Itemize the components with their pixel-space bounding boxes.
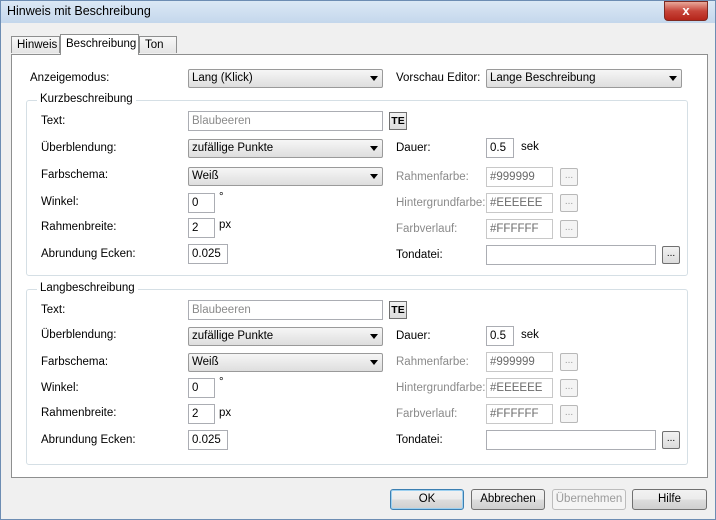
kurz-winkel-unit: ° [219,191,224,203]
chevron-down-icon [669,76,677,81]
kurz-rahmenbreite-input[interactable]: 2 [188,218,215,238]
lang-hintergrundfarbe-picker-button[interactable]: ... [560,379,578,397]
kurz-hintergrundfarbe-input[interactable]: #EEEEEE [486,193,553,213]
lang-text-editor-button[interactable]: TE [389,301,407,319]
kurz-tondatei-label: Tondatei: [396,249,443,261]
tab-hinweis[interactable]: Hinweis [11,36,60,53]
lang-farbschema-select[interactable]: Weiß [188,353,383,372]
lang-text-input[interactable]: Blaubeeren [188,300,383,320]
lang-ueberblendung-label: Überblendung: [41,329,117,341]
vorschau-editor-label: Vorschau Editor: [396,72,481,84]
kurz-farbschema-label: Farbschema: [41,169,109,181]
chevron-down-icon [370,334,378,339]
kurz-hintergrundfarbe-label: Hintergrundfarbe: [396,197,486,209]
lang-rahmenbreite-input[interactable]: 2 [188,404,215,424]
chevron-down-icon [370,146,378,151]
kurz-ueberblendung-select[interactable]: zufällige Punkte [188,139,383,158]
window-title: Hinweis mit Beschreibung [7,4,151,18]
langbeschreibung-title: Langbeschreibung [37,282,138,294]
kurz-winkel-input[interactable]: 0 [188,193,215,213]
lang-rahmenfarbe-picker-button[interactable]: ... [560,353,578,371]
kurz-winkel-label: Winkel: [41,196,79,208]
lang-hintergrundfarbe-label: Hintergrundfarbe: [396,382,486,394]
lang-dauer-input[interactable]: 0.5 [486,326,514,346]
lang-rahmenbreite-label: Rahmenbreite: [41,407,117,419]
kurz-text-editor-button[interactable]: TE [389,112,407,130]
kurz-rahmenfarbe-picker-button[interactable]: ... [560,168,578,186]
lang-farbschema-label: Farbschema: [41,356,109,368]
kurz-dauer-input[interactable]: 0.5 [486,138,514,158]
dialog-window: Hinweis mit Beschreibung x Hinweis Besch… [0,0,716,520]
kurz-farbverlauf-input[interactable]: #FFFFFF [486,219,553,239]
kurz-ueberblendung-label: Überblendung: [41,142,117,154]
lang-rahmenfarbe-input[interactable]: #999999 [486,352,553,372]
lang-tondatei-browse-button[interactable]: ... [662,431,680,449]
kurz-rahmenfarbe-label: Rahmenfarbe: [396,171,469,183]
kurz-text-label: Text: [41,115,66,127]
kurzbeschreibung-title: Kurzbeschreibung [37,93,136,105]
lang-dauer-unit: sek [521,329,539,341]
kurz-rahmenfarbe-input[interactable]: #999999 [486,167,553,187]
lang-ueberblendung-select[interactable]: zufällige Punkte [188,327,383,346]
cancel-button[interactable]: Abbrechen [471,489,545,510]
lang-winkel-unit: ° [219,376,224,388]
chevron-down-icon [370,360,378,365]
chevron-down-icon [370,174,378,179]
tab-beschreibung[interactable]: Beschreibung [60,34,139,55]
tab-panel-beschreibung: Anzeigemodus: Lang (Klick) Vorschau Edit… [11,54,708,478]
lang-dauer-label: Dauer: [396,330,431,342]
kurz-tondatei-input[interactable] [486,245,656,265]
lang-farbverlauf-picker-button[interactable]: ... [560,405,578,423]
lang-abrundung-label: Abrundung Ecken: [41,434,136,446]
lang-winkel-label: Winkel: [41,382,79,394]
help-button[interactable]: Hilfe [632,489,707,510]
kurz-abrundung-input[interactable]: 0.025 [188,244,228,264]
lang-text-label: Text: [41,304,66,316]
ok-button[interactable]: OK [390,489,464,510]
lang-tondatei-label: Tondatei: [396,434,443,446]
kurz-farbverlauf-picker-button[interactable]: ... [560,220,578,238]
kurz-farbschema-select[interactable]: Weiß [188,167,383,186]
kurz-tondatei-browse-button[interactable]: ... [662,246,680,264]
tab-ton[interactable]: Ton [139,36,177,53]
close-button[interactable]: x [664,1,708,21]
vorschau-editor-value: Lange Beschreibung [490,72,596,84]
kurz-farbverlauf-label: Farbverlauf: [396,223,458,235]
lang-winkel-input[interactable]: 0 [188,378,215,398]
lang-farbverlauf-label: Farbverlauf: [396,408,458,420]
anzeigemodus-value: Lang (Klick) [192,72,253,84]
vorschau-editor-select[interactable]: Lange Beschreibung [486,69,682,88]
lang-rahmenfarbe-label: Rahmenfarbe: [396,356,469,368]
anzeigemodus-label: Anzeigemodus: [30,72,110,84]
lang-farbschema-value: Weiß [192,356,219,368]
kurz-dauer-label: Dauer: [396,142,431,154]
kurz-dauer-unit: sek [521,141,539,153]
apply-button[interactable]: Übernehmen [552,489,626,510]
lang-hintergrundfarbe-input[interactable]: #EEEEEE [486,378,553,398]
kurz-hintergrundfarbe-picker-button[interactable]: ... [560,194,578,212]
lang-tondatei-input[interactable] [486,430,656,450]
title-bar[interactable]: Hinweis mit Beschreibung x [1,1,715,23]
kurz-rahmenbreite-unit: px [219,219,232,231]
chevron-down-icon [370,76,378,81]
lang-ueberblendung-value: zufällige Punkte [192,330,274,342]
anzeigemodus-select[interactable]: Lang (Klick) [188,69,383,88]
kurz-abrundung-label: Abrundung Ecken: [41,248,136,260]
lang-rahmenbreite-unit: px [219,407,232,419]
kurz-rahmenbreite-label: Rahmenbreite: [41,221,117,233]
lang-farbverlauf-input[interactable]: #FFFFFF [486,404,553,424]
lang-abrundung-input[interactable]: 0.025 [188,430,228,450]
kurz-text-input[interactable]: Blaubeeren [188,111,383,131]
kurz-ueberblendung-value: zufällige Punkte [192,142,274,154]
kurz-farbschema-value: Weiß [192,170,219,182]
